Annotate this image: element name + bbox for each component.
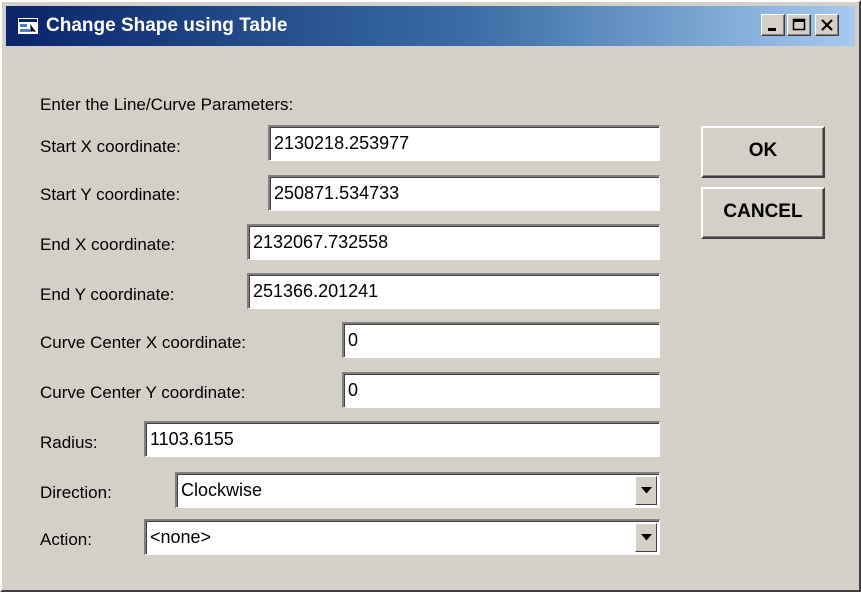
window-title: Change Shape using Table (46, 15, 288, 36)
start-x-field[interactable]: 2130218.253977 (268, 125, 660, 161)
radius-label: Radius: (40, 433, 98, 452)
minimize-button[interactable] (761, 14, 785, 36)
ok-button[interactable]: OK (701, 126, 825, 178)
start-x-label: Start X coordinate: (40, 137, 181, 156)
direction-select[interactable]: Clockwise (175, 472, 660, 508)
action-select[interactable]: <none> (144, 519, 660, 555)
end-y-label: End Y coordinate: (40, 285, 175, 304)
cancel-button[interactable]: CANCEL (701, 187, 825, 239)
curve-center-y-label: Curve Center Y coordinate: (40, 383, 246, 402)
direction-value: Clockwise (181, 480, 263, 500)
radius-field[interactable]: 1103.6155 (144, 421, 660, 457)
app-icon (18, 18, 38, 34)
form-heading: Enter the Line/Curve Parameters: (40, 95, 294, 114)
action-label: Action: (40, 530, 92, 549)
start-y-label: Start Y coordinate: (40, 185, 181, 204)
direction-dropdown-button[interactable] (635, 476, 657, 505)
end-y-field[interactable]: 251366.201241 (247, 273, 660, 309)
curve-center-x-label: Curve Center X coordinate: (40, 333, 246, 352)
action-dropdown-button[interactable] (635, 523, 657, 552)
close-icon (821, 19, 833, 31)
maximize-icon (792, 18, 806, 31)
dialog-window: Change Shape using Table Enter the Line/… (0, 0, 861, 592)
title-bar[interactable]: Change Shape using Table (6, 6, 855, 46)
chevron-down-icon (640, 534, 652, 541)
end-x-field[interactable]: 2132067.732558 (247, 224, 660, 260)
direction-label: Direction: (40, 483, 112, 502)
close-button[interactable] (815, 14, 839, 36)
minimize-icon (768, 28, 776, 31)
curve-center-y-field[interactable]: 0 (342, 372, 660, 408)
maximize-button[interactable] (787, 14, 811, 36)
chevron-down-icon (640, 487, 652, 494)
end-x-label: End X coordinate: (40, 235, 176, 254)
start-y-field[interactable]: 250871.534733 (268, 175, 660, 211)
curve-center-x-field[interactable]: 0 (342, 322, 660, 358)
action-value: <none> (150, 527, 212, 547)
